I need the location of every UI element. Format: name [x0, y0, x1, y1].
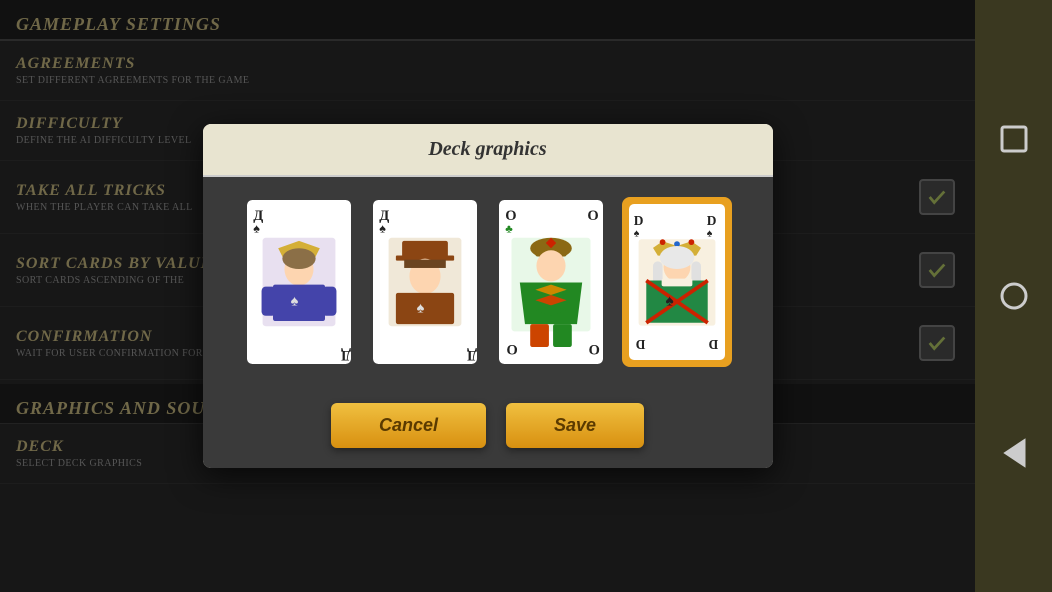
svg-text:♠: ♠: [633, 228, 639, 239]
card-face-4: D D ♠ ♠: [629, 204, 725, 360]
save-button[interactable]: Save: [506, 403, 644, 448]
svg-text:D: D: [708, 337, 718, 352]
card-face-1: Д ♠: [247, 200, 351, 364]
square-button[interactable]: [993, 118, 1035, 160]
deck-graphics-modal: Deck graphics Д ♠: [203, 124, 773, 468]
card-option-3[interactable]: O O ♣: [496, 197, 606, 367]
svg-text:O: O: [505, 208, 516, 224]
card-option-4[interactable]: D D ♠ ♠: [622, 197, 732, 367]
modal-header: Deck graphics: [203, 124, 773, 177]
svg-text:♣: ♣: [505, 224, 513, 236]
cancel-button[interactable]: Cancel: [331, 403, 486, 448]
circle-button[interactable]: [993, 275, 1035, 317]
svg-text:O: O: [588, 341, 599, 357]
card-option-2[interactable]: Д ♠ ♠: [370, 197, 480, 367]
card-option-1[interactable]: Д ♠: [244, 197, 354, 367]
card-face-3: O O ♣: [499, 200, 603, 364]
svg-text:D: D: [706, 213, 716, 228]
svg-text:♠: ♠: [253, 222, 260, 236]
svg-text:♠: ♠: [416, 301, 424, 317]
svg-text:♠: ♠: [290, 293, 298, 309]
modal-footer: Cancel Save: [203, 387, 773, 468]
svg-text:♠: ♠: [706, 228, 712, 239]
back-button[interactable]: [993, 432, 1035, 474]
svg-text:♠: ♠: [665, 293, 673, 310]
settings-panel: Gameplay settings Agreements Set differe…: [0, 0, 975, 592]
svg-text:D: D: [635, 337, 645, 352]
card-face-2: Д ♠ ♠: [373, 200, 477, 364]
svg-text:Д: Д: [340, 347, 350, 363]
svg-text:D: D: [633, 213, 643, 228]
modal-body: Д ♠: [203, 177, 773, 387]
right-sidebar: [975, 0, 1052, 592]
svg-text:O: O: [587, 208, 598, 224]
modal-title: Deck graphics: [223, 138, 753, 161]
svg-text:♠: ♠: [379, 222, 386, 236]
svg-text:Д: Д: [466, 347, 476, 363]
svg-text:O: O: [506, 341, 517, 357]
modal-overlay[interactable]: Deck graphics Д ♠: [0, 0, 975, 592]
